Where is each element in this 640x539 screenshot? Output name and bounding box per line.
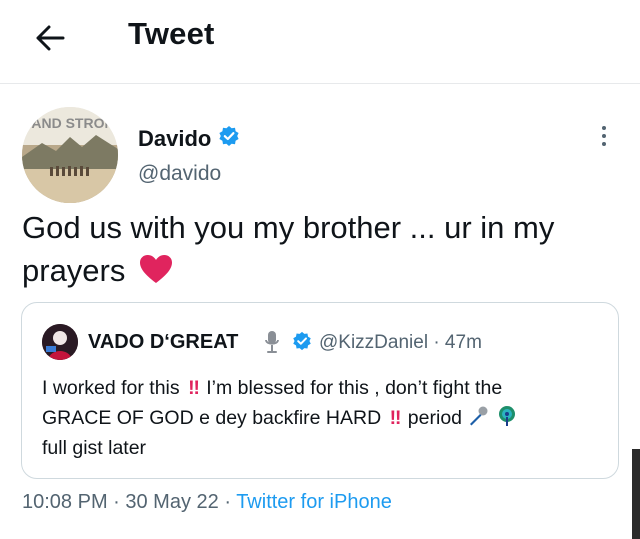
quoted-avatar-image bbox=[42, 324, 78, 360]
quoted-line: I worked for this ‼ I’m blessed for this… bbox=[42, 373, 607, 403]
quoted-handle-time: @KizzDaniel · 47m bbox=[319, 332, 482, 353]
quoted-line: full gist later bbox=[42, 433, 607, 463]
page-title: Tweet bbox=[128, 16, 215, 51]
quoted-text-segment: full gist later bbox=[42, 437, 147, 459]
author-handle[interactable]: @davido bbox=[138, 162, 221, 186]
tweet-text: God us with you my brother ... ur in my … bbox=[22, 206, 622, 292]
double-exclamation-icon: ‼ bbox=[188, 377, 200, 399]
author-avatar[interactable]: STAND STRONG bbox=[22, 107, 118, 203]
double-exclamation-icon: ‼ bbox=[389, 407, 402, 429]
more-dot-icon bbox=[602, 142, 606, 146]
more-dot-icon bbox=[602, 134, 606, 138]
quoted-author-name: VADO D‘GREAT bbox=[88, 331, 239, 353]
more-options-button[interactable] bbox=[592, 120, 616, 152]
studio-microphone-icon bbox=[265, 331, 279, 353]
more-dot-icon bbox=[602, 126, 606, 130]
quoted-author-avatar[interactable] bbox=[42, 324, 78, 360]
tweet-text-body: God us with you my brother ... ur in my … bbox=[22, 210, 555, 288]
tweet-timestamp[interactable]: 10:08 PM · 30 May 22 · bbox=[22, 491, 236, 513]
verified-badge-icon bbox=[293, 331, 311, 351]
quoted-line: GRACE OF GOD e dey backfire HARD ‼ perio… bbox=[42, 403, 607, 433]
author-name[interactable]: Davido bbox=[138, 126, 211, 152]
quoted-text-segment: period bbox=[407, 407, 463, 429]
peacock-icon bbox=[498, 406, 515, 426]
back-button[interactable] bbox=[30, 20, 70, 56]
scrollbar[interactable] bbox=[632, 449, 640, 539]
red-heart-icon bbox=[140, 255, 172, 283]
header-bar: Tweet bbox=[0, 0, 640, 84]
quoted-text-segment: GRACE OF GOD e dey backfire HARD bbox=[42, 407, 382, 429]
avatar-image: STAND STRONG bbox=[22, 107, 118, 203]
avatar-logo-text: STAND STRONG bbox=[22, 115, 118, 131]
quoted-tweet-text: I worked for this ‼ I’m blessed for this… bbox=[42, 373, 607, 463]
microphone-icon bbox=[470, 406, 488, 426]
quoted-tweet-card[interactable]: VADO D‘GREAT @KizzDaniel · 47m I worked … bbox=[21, 302, 619, 479]
quoted-text-segment: I’m blessed for this , don’t fight the bbox=[206, 377, 503, 399]
tweet-metadata: 10:08 PM · 30 May 22 · Twitter for iPhon… bbox=[22, 491, 392, 514]
back-arrow-icon bbox=[36, 25, 65, 51]
verified-badge-icon bbox=[219, 126, 239, 146]
tweet-detail-page: Tweet STAND STRONG Davido @davido God us… bbox=[0, 0, 640, 539]
quoted-text-segment: I worked for this bbox=[42, 377, 180, 399]
tweet-source-link[interactable]: Twitter for iPhone bbox=[236, 491, 392, 513]
